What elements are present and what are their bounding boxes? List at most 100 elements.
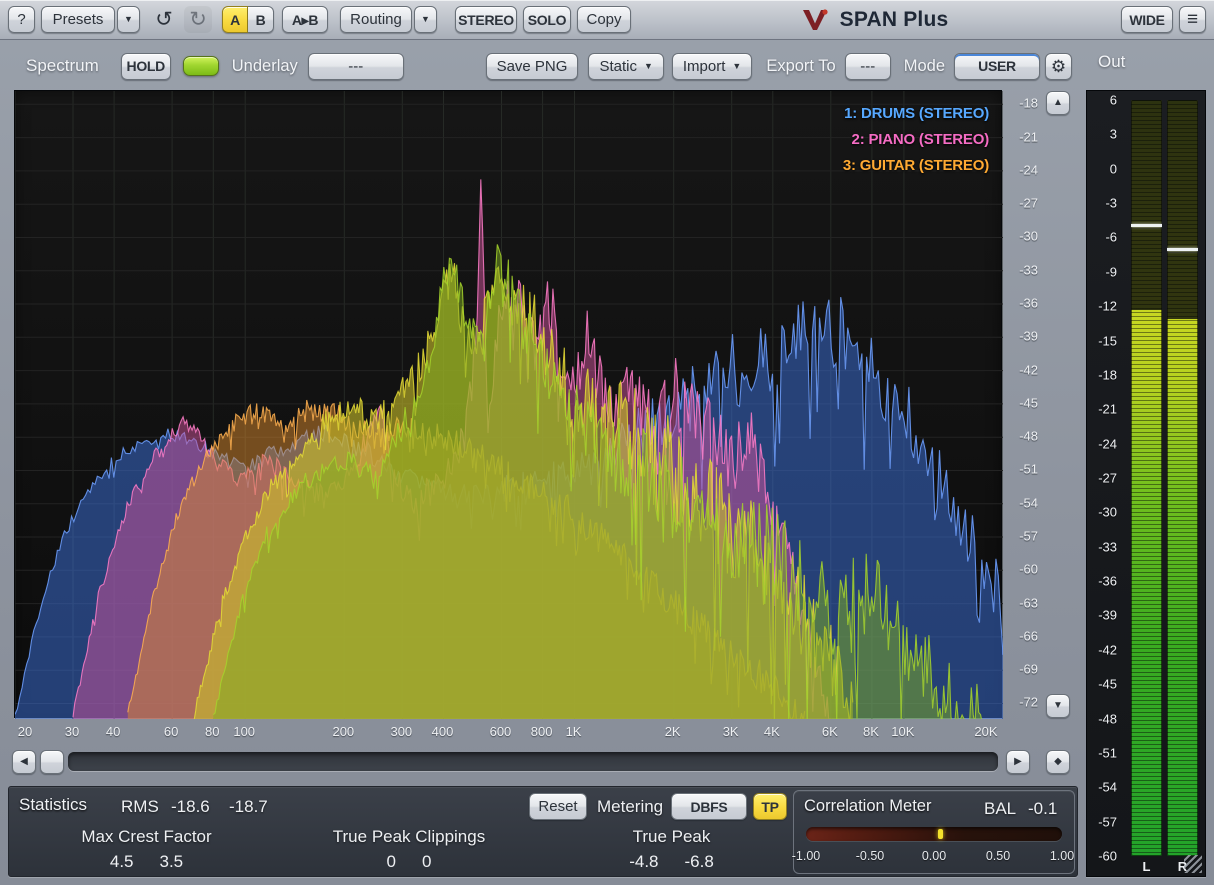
meter-tick-label: -6 xyxy=(1087,230,1117,245)
meter-tick-label: -18 xyxy=(1087,367,1117,382)
db-tick-label: -54 xyxy=(1019,495,1038,510)
freq-tick-label: 1K xyxy=(566,724,582,739)
spectrum-db-scale: -18-21-24-27-30-33-36-39-42-45-48-51-54-… xyxy=(1002,90,1044,718)
freq-tick-label: 6K xyxy=(822,724,838,739)
channel-mode-button[interactable]: STEREO xyxy=(455,6,517,33)
hold-button[interactable]: HOLD xyxy=(121,53,171,80)
voxengo-logo-mark xyxy=(800,7,830,33)
db-tick-label: -48 xyxy=(1019,429,1038,444)
meter-tick-label: -27 xyxy=(1087,471,1117,486)
hscroll-track[interactable] xyxy=(68,752,998,771)
rms-label: RMS xyxy=(121,797,159,817)
scroll-up-button[interactable]: ▲ xyxy=(1046,91,1070,115)
meter-tick-label: -30 xyxy=(1087,505,1117,520)
db-tick-label: -27 xyxy=(1019,196,1038,211)
freq-tick-label: 800 xyxy=(531,724,553,739)
dropdown-arrow-icon: ▼ xyxy=(421,15,430,24)
freq-tick-label: 100 xyxy=(233,724,255,739)
freq-tick-label: 4K xyxy=(764,724,780,739)
meter-tick-label: -48 xyxy=(1087,711,1117,726)
db-tick-label: -63 xyxy=(1019,595,1038,610)
presets-dropdown-button[interactable]: ▼ xyxy=(117,6,140,33)
resize-grip[interactable] xyxy=(1184,855,1202,873)
presets-button[interactable]: Presets xyxy=(41,6,115,33)
routing-button[interactable]: Routing xyxy=(340,6,412,33)
import-dropdown-button[interactable]: Import ▼ xyxy=(672,53,752,80)
correlation-meter-panel: Correlation Meter BAL -0.1 -1.00-0.500.0… xyxy=(793,790,1075,874)
settings-button[interactable]: ⚙ xyxy=(1045,53,1072,80)
gear-icon: ⚙ xyxy=(1051,58,1066,75)
tab-correlation-meter[interactable]: Correlation Meter xyxy=(804,797,931,816)
meter-tick-label: -33 xyxy=(1087,539,1117,554)
db-tick-label: -51 xyxy=(1019,462,1038,477)
meter-tick-label: -51 xyxy=(1087,745,1117,760)
peak-hold-left xyxy=(1131,224,1162,227)
freq-tick-label: 300 xyxy=(390,724,412,739)
help-button[interactable]: ? xyxy=(8,6,35,33)
wide-button[interactable]: WIDE xyxy=(1121,6,1173,33)
tp-button[interactable]: TP xyxy=(753,793,787,820)
solo-button[interactable]: SOLO xyxy=(523,6,571,33)
reset-button[interactable]: Reset xyxy=(529,793,587,820)
db-tick-label: -66 xyxy=(1019,628,1038,643)
meter-tick-label: -15 xyxy=(1087,333,1117,348)
save-png-button[interactable]: Save PNG xyxy=(486,53,579,80)
correlation-scale-label: 0.50 xyxy=(986,849,1010,863)
true-peak-group: True Peak -4.8 -6.8 xyxy=(569,827,774,872)
ab-b-button[interactable]: B xyxy=(248,6,274,33)
scroll-down-button[interactable]: ▼ xyxy=(1046,694,1070,718)
tab-spectrum[interactable]: Spectrum xyxy=(14,48,111,84)
true-peak-label: True Peak xyxy=(569,827,774,847)
redo-icon[interactable]: ↻ xyxy=(184,6,212,33)
menu-icon: ≡ xyxy=(1187,10,1198,29)
true-peak-clippings-right: 0 xyxy=(422,852,431,872)
freq-tick-label: 60 xyxy=(164,724,178,739)
zoom-diamond-button[interactable]: ◆ xyxy=(1046,750,1070,774)
mode-select-button[interactable]: USER xyxy=(954,53,1040,80)
freq-tick-label: 80 xyxy=(205,724,219,739)
tab-statistics[interactable]: Statistics xyxy=(19,795,87,815)
scroll-right-button[interactable]: ▶ xyxy=(1006,750,1030,774)
legend-item: 3: GUITAR (STEREO) xyxy=(843,153,989,179)
a-to-b-button[interactable]: A▸B xyxy=(282,6,328,33)
db-tick-label: -39 xyxy=(1019,329,1038,344)
db-tick-label: -57 xyxy=(1019,529,1038,544)
meter-channel-label-left: L xyxy=(1131,859,1162,874)
rms-value-left: -18.6 xyxy=(171,797,210,817)
tab-out[interactable]: Out xyxy=(1086,44,1137,80)
max-crest-value-right: 3.5 xyxy=(160,852,184,872)
true-peak-value-right: -6.8 xyxy=(685,852,714,872)
underlay-led-button[interactable] xyxy=(183,56,219,76)
correlation-scale-label: 0.00 xyxy=(922,849,946,863)
spectrum-canvas[interactable]: 1: DRUMS (STEREO)2: PIANO (STEREO)3: GUI… xyxy=(14,90,1002,718)
underlay-select-button[interactable]: --- xyxy=(308,53,404,80)
spectrum-hscroll: ◀ ▶ ◆ xyxy=(8,748,1078,778)
db-tick-label: -60 xyxy=(1019,562,1038,577)
max-crest-label: Max Crest Factor xyxy=(39,827,254,847)
meter-segments-left xyxy=(1131,100,1162,856)
correlation-scale-label: -0.50 xyxy=(856,849,885,863)
db-tick-label: -45 xyxy=(1019,395,1038,410)
meter-tick-label: -60 xyxy=(1087,849,1117,864)
export-to-label: Export To xyxy=(766,57,835,76)
meter-tick-label: -57 xyxy=(1087,814,1117,829)
menu-button[interactable]: ≡ xyxy=(1179,6,1206,33)
routing-dropdown-button[interactable]: ▼ xyxy=(414,6,437,33)
bal-label: BAL xyxy=(984,799,1016,819)
freq-tick-label: 40 xyxy=(106,724,120,739)
spectrum-plot xyxy=(15,91,1003,719)
true-peak-clippings-label: True Peak Clippings xyxy=(294,827,524,847)
meter-bar-right xyxy=(1167,100,1198,856)
meter-tick-label: -24 xyxy=(1087,436,1117,451)
copy-button[interactable]: Copy xyxy=(577,6,631,33)
ab-a-button[interactable]: A xyxy=(222,6,248,33)
scroll-left-button[interactable]: ◀ xyxy=(12,750,36,774)
freq-tick-label: 10K xyxy=(891,724,914,739)
meter-bar-left xyxy=(1131,100,1162,856)
hscroll-thumb[interactable] xyxy=(40,750,64,774)
dbfs-button[interactable]: DBFS xyxy=(671,793,747,820)
static-dropdown-button[interactable]: Static ▼ xyxy=(588,53,663,80)
db-tick-label: -21 xyxy=(1019,129,1038,144)
undo-icon[interactable]: ↺ xyxy=(150,6,178,33)
export-to-button[interactable]: --- xyxy=(845,53,891,80)
